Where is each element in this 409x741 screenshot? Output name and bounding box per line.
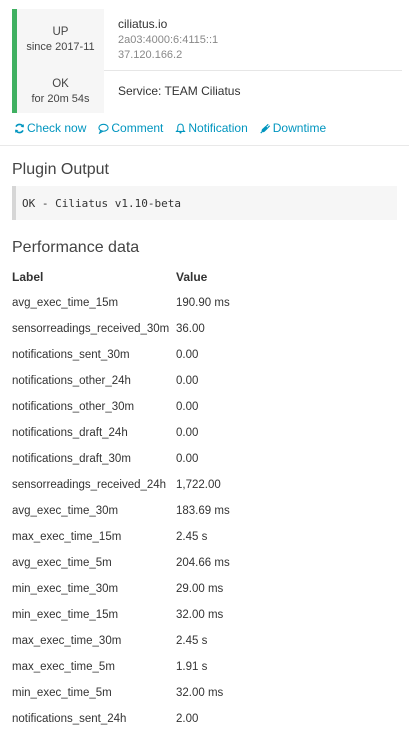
table-row: max_exec_time_15m 2.45 s bbox=[12, 524, 296, 550]
label-column-header: Label bbox=[12, 270, 44, 284]
service-state-text: OK bbox=[52, 77, 69, 90]
comment-label: Comment bbox=[111, 121, 164, 135]
metric-value: 32.00 ms bbox=[176, 609, 224, 621]
metric-label: max_exec_time_5m bbox=[12, 661, 115, 673]
service-state-duration: for 20m 54s bbox=[31, 92, 90, 105]
performance-table: avg_exec_time_15m 190.90 ms sensorreadings… bbox=[12, 290, 296, 732]
table-row: sensorreadings_received_30m 36.00 bbox=[12, 316, 296, 342]
host-state-since: since 2017-11 bbox=[26, 40, 95, 53]
table-row: min_exec_time_15m 32.00 ms bbox=[12, 602, 296, 628]
metric-value: 0.00 bbox=[176, 401, 199, 413]
metric-value: 204.66 ms bbox=[176, 557, 230, 569]
service-status-row[interactable]: OK for 20m 54s Service: TEAM Ciliatus bbox=[12, 70, 402, 113]
table-row: max_exec_time_30m 2.45 s bbox=[12, 628, 296, 654]
host-state-text: UP bbox=[52, 25, 69, 38]
metric-value: 0.00 bbox=[176, 427, 199, 439]
check-now-label: Check now bbox=[27, 121, 87, 135]
check-now-link[interactable]: Check now bbox=[14, 121, 86, 135]
metric-label: notifications_sent_24h bbox=[12, 713, 127, 725]
notification-link[interactable]: Notification bbox=[175, 121, 248, 135]
table-row: min_exec_time_30m 29.00 ms bbox=[12, 576, 296, 602]
downtime-label: Downtime bbox=[272, 121, 327, 135]
metric-label: notifications_draft_30m bbox=[12, 453, 131, 465]
section-divider bbox=[0, 145, 409, 146]
metric-value: 183.69 ms bbox=[176, 505, 230, 517]
metric-value: 190.90 ms bbox=[176, 297, 230, 309]
table-row: avg_exec_time_15m 190.90 ms bbox=[12, 290, 296, 316]
service-state-badge: OK for 20m 54s bbox=[12, 70, 104, 113]
metric-label: notifications_other_30m bbox=[12, 401, 135, 413]
metric-value: 0.00 bbox=[176, 349, 199, 361]
service-label[interactable]: Service: TEAM Ciliatus bbox=[118, 83, 240, 100]
metric-value: 0.00 bbox=[176, 453, 199, 465]
performance-table-header: Label Value bbox=[12, 270, 296, 284]
table-row: notifications_draft_30m 0.00 bbox=[12, 446, 296, 472]
table-row: notifications_other_24h 0.00 bbox=[12, 368, 296, 394]
metric-label: sensorreadings_received_30m bbox=[12, 323, 170, 335]
metric-value: 2.45 s bbox=[176, 531, 208, 543]
metric-value: 0.00 bbox=[176, 375, 199, 387]
plug-icon bbox=[260, 123, 270, 134]
metric-label: avg_exec_time_5m bbox=[12, 557, 112, 569]
comment-link[interactable]: Comment bbox=[98, 121, 163, 135]
metric-label: avg_exec_time_30m bbox=[12, 505, 119, 517]
metric-label: min_exec_time_5m bbox=[12, 687, 112, 699]
metric-value: 2.00 bbox=[176, 713, 199, 725]
downtime-link[interactable]: Downtime bbox=[260, 121, 326, 135]
metric-value: 1.91 s bbox=[176, 661, 208, 673]
metric-label: sensorreadings_received_24h bbox=[12, 479, 167, 491]
metric-value: 36.00 bbox=[176, 323, 205, 335]
metric-label: notifications_draft_24h bbox=[12, 427, 128, 439]
action-bar: Check now Comment Notification Downtime bbox=[14, 121, 338, 135]
performance-data-title: Performance data bbox=[12, 239, 140, 256]
host-address-v6: 2a03:4000:6:4115::1 bbox=[118, 34, 219, 46]
metric-label: avg_exec_time_15m bbox=[12, 297, 119, 309]
metric-value: 32.00 ms bbox=[176, 687, 224, 699]
host-address-v4: 37.120.166.2 bbox=[118, 49, 183, 61]
host-state-badge: UP since 2017-11 bbox=[12, 9, 104, 70]
metric-label: min_exec_time_15m bbox=[12, 609, 119, 621]
table-row: notifications_sent_24h 2.00 bbox=[12, 706, 296, 732]
metric-value: 1,722.00 bbox=[176, 479, 221, 491]
plugin-output-text: OK - Ciliatus v1.10-beta bbox=[22, 196, 181, 210]
metric-label: notifications_sent_30m bbox=[12, 349, 130, 361]
table-row: max_exec_time_5m 1.91 s bbox=[12, 654, 296, 680]
value-column-header: Value bbox=[176, 270, 208, 284]
plugin-output-box: OK - Ciliatus v1.10-beta bbox=[12, 186, 397, 220]
metric-label: max_exec_time_30m bbox=[12, 635, 122, 647]
table-row: notifications_other_30m 0.00 bbox=[12, 394, 296, 420]
host-status-row[interactable]: UP since 2017-11 ciliatus.io 2a03:4000:6… bbox=[12, 9, 402, 70]
metric-value: 2.45 s bbox=[176, 635, 208, 647]
table-row: min_exec_time_5m 32.00 ms bbox=[12, 680, 296, 706]
plugin-output-title: Plugin Output bbox=[12, 161, 109, 178]
refresh-icon bbox=[15, 123, 24, 133]
host-info: ciliatus.io 2a03:4000:6:4115::1 37.120.1… bbox=[104, 9, 218, 70]
table-row: notifications_sent_30m 0.00 bbox=[12, 342, 296, 368]
service-info: Service: TEAM Ciliatus bbox=[104, 70, 240, 113]
bell-icon bbox=[175, 123, 187, 134]
comment-icon bbox=[98, 123, 110, 134]
host-name[interactable]: ciliatus.io bbox=[118, 16, 218, 33]
metric-value: 29.00 ms bbox=[176, 583, 224, 595]
table-row: avg_exec_time_30m 183.69 ms bbox=[12, 498, 296, 524]
table-row: sensorreadings_received_24h 1,722.00 bbox=[12, 472, 296, 498]
table-row: avg_exec_time_5m 204.66 ms bbox=[12, 550, 296, 576]
notification-label: Notification bbox=[188, 121, 248, 135]
table-row: notifications_draft_24h 0.00 bbox=[12, 420, 296, 446]
metric-label: max_exec_time_15m bbox=[12, 531, 122, 543]
metric-label: min_exec_time_30m bbox=[12, 583, 119, 595]
metric-label: notifications_other_24h bbox=[12, 375, 131, 387]
